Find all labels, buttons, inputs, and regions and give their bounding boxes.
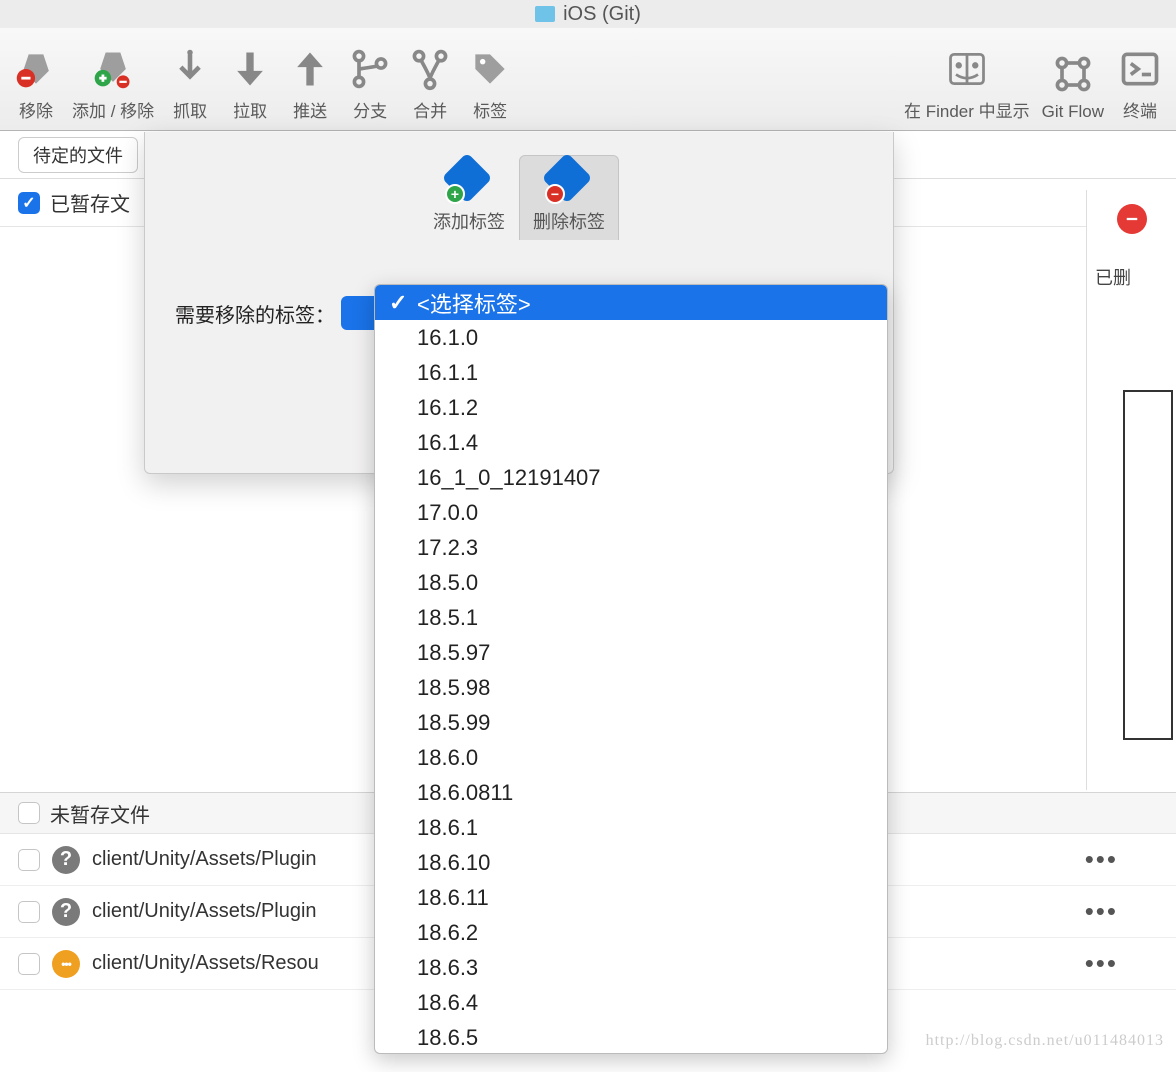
branch-button[interactable]: 分支	[340, 47, 400, 122]
unstaged-label: 未暂存文件	[50, 799, 150, 828]
status-unknown-icon: ?	[52, 846, 80, 874]
status-modified-icon: •••	[52, 950, 80, 978]
branch-icon	[348, 47, 392, 91]
window-titlebar: iOS (Git)	[0, 0, 1176, 28]
folder-icon	[535, 6, 555, 22]
dropdown-item[interactable]: 18.6.11	[375, 880, 887, 915]
dropdown-item[interactable]: 16.1.0	[375, 320, 887, 355]
dropdown-item[interactable]: 18.6.1	[375, 810, 887, 845]
pull-label: 拉取	[233, 97, 267, 122]
gitflow-icon	[1051, 52, 1095, 96]
tab-remove-tag[interactable]: − 删除标签	[519, 155, 619, 240]
dropdown-item[interactable]: 16_1_0_12191407	[375, 460, 887, 495]
modal-tab-bar: + 添加标签 − 删除标签	[145, 132, 893, 240]
fetch-label: 抓取	[173, 97, 207, 122]
dropdown-item[interactable]: 17.0.0	[375, 495, 887, 530]
remove-label: 移除	[19, 97, 53, 122]
add-remove-button[interactable]: 添加 / 移除	[66, 47, 160, 122]
more-actions-icon[interactable]: •••	[1085, 844, 1158, 875]
unstaged-checkbox[interactable]	[18, 802, 40, 824]
push-label: 推送	[293, 97, 327, 122]
pending-files-dropdown[interactable]: 待定的文件	[18, 137, 138, 173]
dropdown-item[interactable]: 18.6.5	[375, 1020, 887, 1054]
dropdown-item[interactable]: 18.5.99	[375, 705, 887, 740]
remove-circle-icon[interactable]	[1117, 204, 1147, 234]
tag-button[interactable]: 标签	[460, 47, 520, 122]
dropdown-item[interactable]: 18.6.4	[375, 985, 887, 1020]
dropdown-item[interactable]: 16.1.4	[375, 425, 887, 460]
merge-icon	[408, 47, 452, 91]
tag-icon	[468, 47, 512, 91]
show-finder-label: 在 Finder 中显示	[904, 97, 1030, 122]
dropdown-item[interactable]: 18.5.1	[375, 600, 887, 635]
fetch-icon	[168, 47, 212, 91]
pull-icon	[228, 47, 272, 91]
tab-add-tag[interactable]: + 添加标签	[419, 156, 519, 240]
fetch-button[interactable]: 抓取	[160, 47, 220, 122]
watermark-text: http://blog.csdn.net/u011484013	[926, 1032, 1164, 1050]
file-checkbox[interactable]	[18, 953, 40, 975]
dropdown-item[interactable]: 18.6.10	[375, 845, 887, 880]
right-panel-text: 已删	[1095, 264, 1168, 290]
tag-label: 标签	[473, 97, 507, 122]
main-toolbar: 移除添加 / 移除抓取 拉取 推送 分支 合并 标签 在 Finder 中显示 Git Flo…	[0, 28, 1176, 131]
dropdown-item[interactable]: 16.1.1	[375, 355, 887, 390]
tab-remove-label: 删除标签	[533, 208, 605, 234]
dropdown-item[interactable]: 18.6.3	[375, 950, 887, 985]
remove-icon	[14, 47, 58, 91]
dropdown-item[interactable]: 18.6.0811	[375, 775, 887, 810]
dropdown-item[interactable]: 18.5.97	[375, 635, 887, 670]
staged-label: 已暂存文	[50, 188, 130, 217]
terminal-label: 终端	[1123, 97, 1157, 122]
staged-checkbox[interactable]	[18, 192, 40, 214]
tag-remove-icon: −	[545, 156, 593, 204]
dropdown-item[interactable]: 18.6.0	[375, 740, 887, 775]
terminal-icon	[1118, 47, 1162, 91]
push-button[interactable]: 推送	[280, 47, 340, 122]
file-checkbox[interactable]	[18, 849, 40, 871]
remove-button[interactable]: 移除	[6, 47, 66, 122]
gitflow-button[interactable]: Git Flow	[1036, 52, 1110, 122]
finder-icon	[945, 47, 989, 91]
more-actions-icon[interactable]: •••	[1085, 948, 1158, 979]
dropdown-item[interactable]: 16.1.2	[375, 390, 887, 425]
merge-button[interactable]: 合并	[400, 47, 460, 122]
tab-add-label: 添加标签	[433, 208, 505, 234]
remove-tag-field-label: 需要移除的标签：	[175, 299, 335, 328]
terminal-button[interactable]: 终端	[1110, 47, 1170, 122]
push-icon	[288, 47, 332, 91]
pull-button[interactable]: 拉取	[220, 47, 280, 122]
show-finder-button[interactable]: 在 Finder 中显示	[898, 47, 1036, 122]
tag-add-icon: +	[445, 156, 493, 204]
window-title: iOS (Git)	[563, 3, 641, 26]
add-remove-icon	[91, 47, 135, 91]
dropdown-placeholder-item[interactable]: <选择标签>	[375, 285, 887, 320]
tag-dropdown-list[interactable]: <选择标签> 16.1.016.1.116.1.216.1.416_1_0_12…	[374, 284, 888, 1054]
gitflow-label: Git Flow	[1042, 102, 1104, 122]
file-checkbox[interactable]	[18, 901, 40, 923]
dropdown-item[interactable]: 18.5.98	[375, 670, 887, 705]
right-side-panel: 已删	[1086, 190, 1176, 790]
branch-label: 分支	[353, 97, 387, 122]
right-panel-box	[1123, 390, 1173, 740]
dropdown-item[interactable]: 17.2.3	[375, 530, 887, 565]
dropdown-item[interactable]: 18.6.2	[375, 915, 887, 950]
merge-label: 合并	[413, 97, 447, 122]
dropdown-item[interactable]: 18.5.0	[375, 565, 887, 600]
status-unknown-icon: ?	[52, 898, 80, 926]
add-remove-label: 添加 / 移除	[72, 97, 154, 122]
more-actions-icon[interactable]: •••	[1085, 896, 1158, 927]
